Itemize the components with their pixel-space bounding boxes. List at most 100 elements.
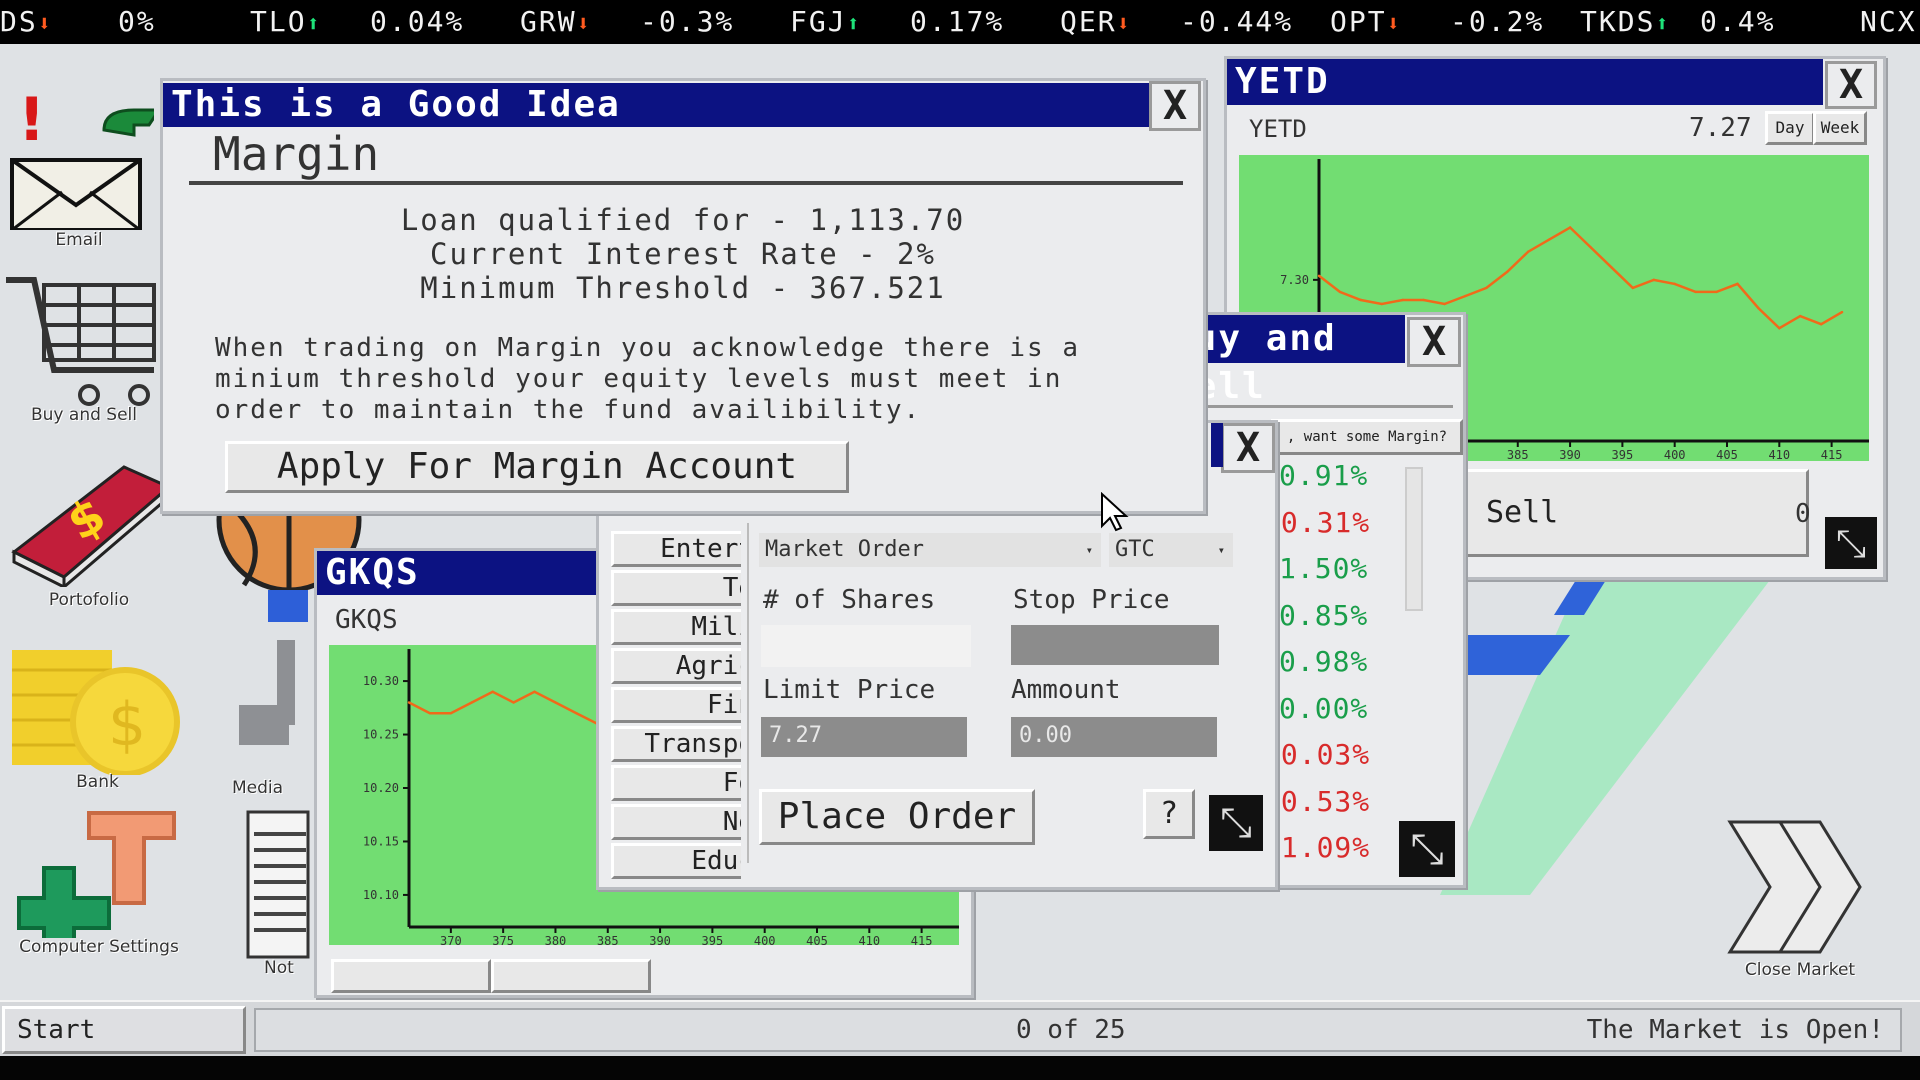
order-type-value: Market Order: [765, 537, 924, 562]
order-form: Market Order ▾ GTC ▾ # of Shares Stop Pr…: [747, 523, 1269, 863]
resize-icon[interactable]: ⤡: [1209, 795, 1263, 851]
order-close-button[interactable]: X: [1221, 423, 1275, 473]
bank-desktop-icon[interactable]: $ Bank: [10, 640, 185, 800]
limit-price-input[interactable]: 7.27: [761, 717, 967, 757]
scrollbar[interactable]: [1405, 467, 1423, 611]
duration-select[interactable]: GTC ▾: [1109, 533, 1233, 567]
sector-button[interactable]: Te: [611, 570, 741, 606]
price-point: [1715, 290, 1718, 294]
sector-button[interactable]: Mili: [611, 609, 741, 645]
day-button[interactable]: Day: [1765, 111, 1815, 145]
apply-margin-button[interactable]: Apply For Margin Account: [225, 441, 849, 493]
sector-button[interactable]: Fin: [611, 687, 741, 723]
amount-input[interactable]: 0.00: [1011, 717, 1217, 757]
margin-window[interactable]: This is a Good Idea X Margin Loan qualif…: [160, 78, 1206, 514]
margin-close-button[interactable]: X: [1149, 81, 1201, 131]
ticker-item: GRW⬇ -0.3%: [520, 0, 732, 44]
ticker-item: OPT⬇ -0.2%: [1330, 0, 1542, 44]
price-point: [1589, 246, 1593, 249]
shares-input[interactable]: [761, 625, 971, 667]
margin-disclaimer: When trading on Margin you acknowledge t…: [215, 333, 1081, 425]
x-tick-label: 405: [806, 934, 828, 945]
amount-label: Ammount: [1011, 675, 1121, 705]
price-point: [1317, 274, 1321, 278]
media-desktop-icon[interactable]: Media: [232, 640, 312, 800]
buy-sell-desktop-icon[interactable]: Buy and Sell: [4, 270, 164, 430]
sector-list[interactable]: EntertTeMiliAgricFinTranspoFoNeEduc: [611, 531, 741, 881]
svg-text:!: !: [18, 85, 45, 155]
yetd-symbol: YETD: [1249, 115, 1307, 143]
computer-settings-desktop-icon[interactable]: Computer Settings: [14, 808, 184, 983]
order-type-select[interactable]: Market Order ▾: [759, 533, 1101, 567]
taskbar: Start 0 of 25 The Market is Open!: [0, 1000, 1920, 1058]
price-point: [554, 701, 557, 704]
margin-window-title[interactable]: This is a Good Idea: [163, 83, 1153, 127]
price-point: [1464, 294, 1467, 298]
sector-button[interactable]: Transpo: [611, 726, 741, 762]
yetd-title[interactable]: YETD: [1227, 59, 1823, 105]
resize-icon[interactable]: ⤡: [1399, 821, 1455, 877]
ticker-symbol: NCX: [1860, 5, 1917, 38]
sector-button[interactable]: Fo: [611, 765, 741, 801]
news-counter: 0 of 25: [1016, 1015, 1126, 1045]
fast-forward-icon: [1727, 820, 1862, 954]
puzzle-icon: [17, 811, 176, 965]
stock-ticker: DS⬇ 0% TLO⬆ 0.04% GRW⬇ -0.3% FGJ⬆ 0.17% QER⬇ -0.4…: [0, 0, 1920, 44]
x-tick-label: 390: [649, 934, 671, 945]
sector-change-value: 0.85%: [1279, 598, 1369, 632]
sell-button[interactable]: Sell: [1463, 469, 1809, 557]
ticker-percent: 0.17%: [910, 5, 1005, 38]
x-tick-label: 410: [1768, 448, 1790, 461]
ticker-symbol: TKDS: [1580, 5, 1656, 38]
email-desktop-icon[interactable]: ! Email: [4, 80, 162, 250]
computer-settings-label: Computer Settings: [19, 937, 179, 957]
sector-button[interactable]: Ne: [611, 804, 741, 840]
book-icon: $: [11, 465, 172, 591]
close-market-label: Close Market: [1744, 960, 1856, 980]
close-market-desktop-icon[interactable]: Close Market: [1720, 812, 1880, 982]
y-tick-label: 10.20: [363, 781, 399, 795]
ticker-percent: 0.4%: [1700, 5, 1776, 38]
sector-button[interactable]: Agric: [611, 648, 741, 684]
sector-button[interactable]: Entert: [611, 531, 741, 567]
gkqs-tab-1[interactable]: [331, 959, 491, 993]
gkqs-tab-2[interactable]: [491, 959, 651, 993]
resize-icon[interactable]: ⤡: [1825, 517, 1877, 569]
price-point: [1757, 306, 1760, 310]
yetd-close-button[interactable]: X: [1825, 61, 1877, 109]
shopping-cart-icon: [6, 277, 156, 406]
price-point: [1401, 298, 1404, 302]
buy-sell-close-button[interactable]: X: [1407, 317, 1461, 367]
price-point: [575, 711, 578, 715]
margin-hint-button[interactable]: , want some Margin?: [1271, 419, 1463, 455]
price-point: [1527, 250, 1530, 253]
buy-sell-label: Buy and Sell: [31, 405, 137, 425]
price-point: [1631, 286, 1635, 290]
place-order-button[interactable]: Place Order: [759, 789, 1035, 845]
x-tick-label: 395: [1612, 448, 1634, 461]
gkqs-title[interactable]: GKQS: [317, 551, 601, 595]
notes-desktop-icon[interactable]: Not: [244, 810, 314, 980]
x-tick-label: 395: [702, 934, 724, 945]
x-tick-label: 375: [492, 934, 514, 945]
ticker-symbol: OPT: [1330, 5, 1387, 38]
minimum-threshold-text: Minimum Threshold - 367.521: [420, 271, 946, 305]
y-tick-label: 10.10: [363, 888, 399, 902]
price-point: [1652, 278, 1655, 282]
mouse-cursor-icon: [1101, 492, 1129, 532]
sector-button[interactable]: Educ: [611, 843, 741, 879]
x-tick-label: 405: [1716, 448, 1738, 461]
price-point: [1568, 226, 1572, 229]
price-point: [1610, 266, 1614, 269]
ticker-percent: -0.44%: [1180, 5, 1294, 38]
week-button[interactable]: Week: [1813, 111, 1867, 145]
price-point: [1422, 298, 1425, 302]
ticker-percent: 0.04%: [370, 5, 465, 38]
sector-change-value: -1.09%: [1263, 831, 1371, 864]
price-point: [407, 701, 411, 704]
ticker-percent: -0.2%: [1450, 5, 1545, 38]
portfolio-desktop-icon[interactable]: $ Portofolio: [4, 462, 174, 612]
stop-price-input[interactable]: [1011, 625, 1219, 665]
start-button[interactable]: Start: [2, 1006, 246, 1054]
help-button[interactable]: ?: [1143, 789, 1195, 839]
